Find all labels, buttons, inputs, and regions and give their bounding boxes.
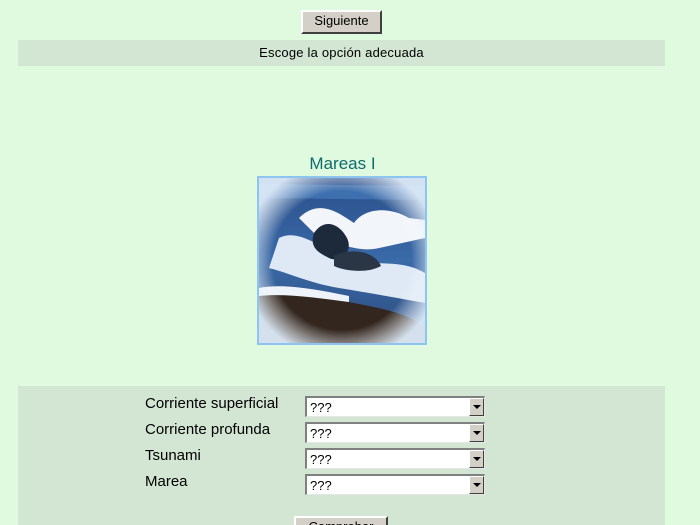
select-value: ??? [310,426,332,441]
check-button[interactable]: Comprobar [294,516,388,525]
ocean-waves-photo [257,176,427,345]
chevron-down-icon[interactable] [469,476,484,494]
instruction-bar: Escoge la opción adecuada [18,40,665,66]
dropdown-select[interactable]: ??? [305,396,485,417]
row-label: Tsunami [145,447,201,464]
row-label: Corriente profunda [145,421,271,438]
chevron-down-icon[interactable] [469,450,484,468]
select-value: ??? [310,452,332,467]
exercise-title: Mareas I [309,154,376,173]
row-label: Marea [145,473,188,490]
select-value: ??? [310,400,332,415]
chevron-down-icon[interactable] [469,398,484,416]
chevron-down-icon[interactable] [469,424,484,442]
dropdown-select[interactable]: ??? [305,448,485,469]
row-label: Corriente superficial [145,395,279,412]
dropdown-select[interactable]: ??? [305,422,485,443]
exercise-page: Siguiente Escoge la opción adecuada Mare… [0,0,700,525]
dropdown-select[interactable]: ??? [305,474,485,495]
next-button[interactable]: Siguiente [301,10,382,34]
select-value: ??? [310,478,332,493]
